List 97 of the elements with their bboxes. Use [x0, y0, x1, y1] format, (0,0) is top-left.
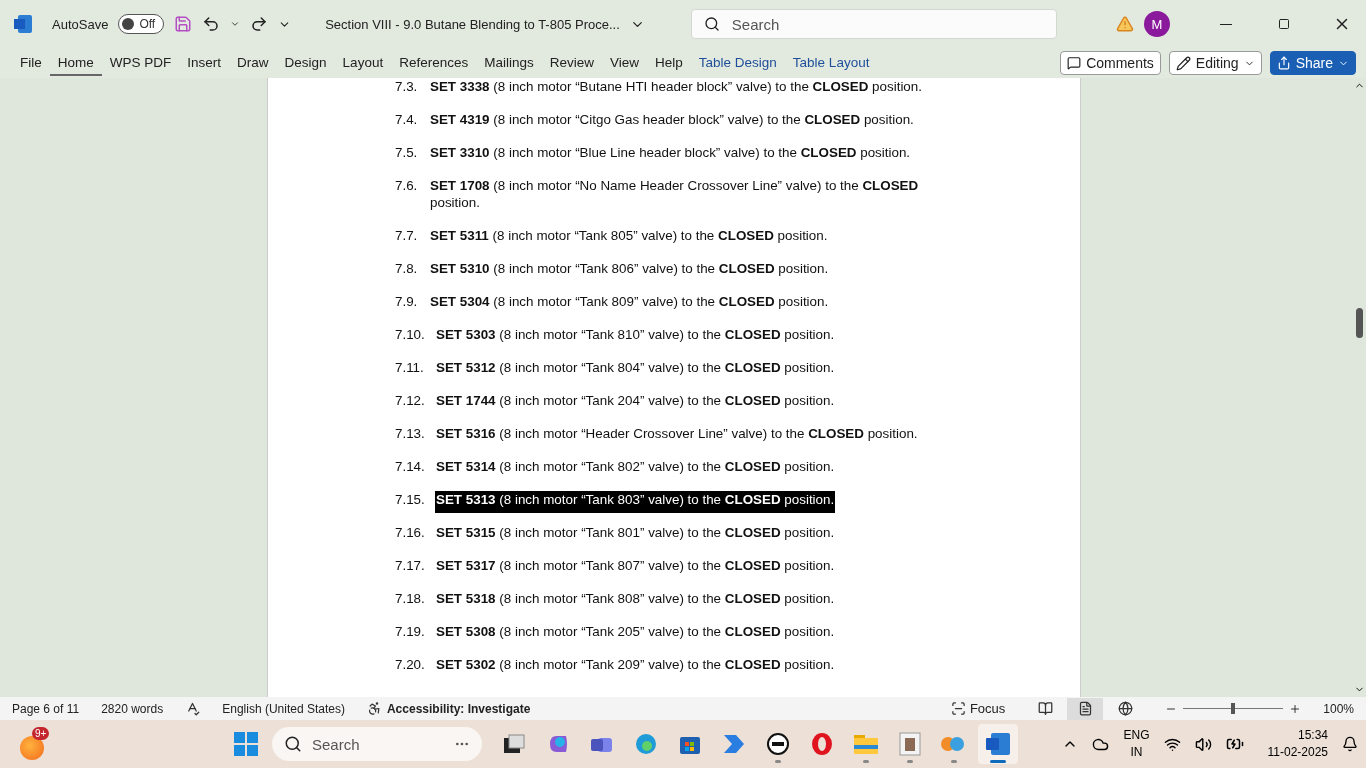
list-item-text: SET 5310 (8 inch motor “Tank 806” valve) to the CLOSED position.: [429, 260, 830, 278]
list-item-text: SET 5302 (8 inch motor “Tank 209” valve) to the CLOSED position.: [435, 656, 836, 674]
list-number: 7.15.: [395, 491, 426, 508]
input-language[interactable]: ENG IN: [1123, 727, 1150, 761]
document-title[interactable]: Section VIII - 9.0 Butane Blending to T-805 Proce...: [319, 15, 651, 33]
focus-icon[interactable]: [950, 701, 966, 716]
search-field[interactable]: Search: [690, 9, 1057, 39]
list-item-text: SET 5303 (8 inch motor “Tank 810” valve) to the CLOSED position.: [435, 326, 836, 344]
list-number: 7.11.: [395, 359, 425, 376]
ribbon-tab[interactable]: WPS PDF: [101, 50, 180, 76]
minimize-icon: [1220, 23, 1232, 25]
ribbon-tab[interactable]: File: [12, 50, 50, 76]
list-item-text: SET 3338 (8 inch motor “Butane HTI header block” valve) to the CLOSED position.: [429, 78, 923, 96]
save-icon[interactable]: [174, 15, 193, 33]
accessibility-status[interactable]: Accessibility: Investigate: [386, 701, 531, 716]
list-number: 7.14.: [395, 458, 426, 475]
browser-icon: [634, 732, 658, 756]
list-item-text: SET 5308 (8 inch motor “Tank 205” valve) to the CLOSED position.: [435, 623, 836, 641]
list-item-text: SET 3310 (8 inch motor “Blue Line header block” valve) to the CLOSED position.: [429, 144, 912, 162]
list-number: 7.19.: [395, 623, 426, 640]
list-number: 7.6.: [395, 177, 419, 195]
list-item-text: SET 1708 (8 inch motor “No Name Header Crossover Line” valve) to the CLOSED position.: [429, 177, 920, 212]
share-button[interactable]: Share: [1269, 51, 1356, 75]
ribbon-tab[interactable]: References: [391, 50, 477, 76]
task-view-icon: [503, 734, 525, 754]
autosave-label: AutoSave: [52, 16, 109, 32]
share-icon: [1276, 56, 1291, 70]
undo-icon[interactable]: [202, 15, 221, 33]
word-count[interactable]: 2820 words: [101, 701, 164, 716]
list-item-text: SET 5313 (8 inch motor “Tank 803” valve) to the CLOSED position.: [435, 491, 836, 513]
list-number: 7.5.: [395, 144, 419, 161]
taskbar-search-field[interactable]: Search: [272, 727, 482, 761]
list-number: 7.17.: [395, 557, 426, 574]
user-avatar[interactable]: M: [1144, 11, 1170, 37]
list-number: 7.20.: [395, 656, 426, 673]
list-number: 7.12.: [395, 392, 426, 409]
list-item-text: SET 5318 (8 inch motor “Tank 808” valve) to the CLOSED position.: [435, 590, 836, 608]
pencil-icon: [1175, 55, 1191, 71]
list-item-text: SET 5315 (8 inch motor “Tank 801” valve) to the CLOSED position.: [435, 524, 836, 542]
read-mode-icon: [1037, 701, 1053, 716]
ribbon-tab[interactable]: Review: [541, 50, 602, 76]
view-mode-button[interactable]: [1067, 697, 1104, 720]
ribbon-tab[interactable]: Mailings: [476, 50, 542, 76]
comment-icon: [1067, 56, 1082, 70]
accessibility-icon[interactable]: [366, 701, 382, 716]
print-layout-icon: [1077, 701, 1093, 716]
page-count[interactable]: Page 6 of 11: [12, 701, 80, 716]
volume-icon[interactable]: [1194, 735, 1212, 753]
portrait-frame-icon: [899, 732, 921, 756]
ribbon-tab[interactable]: Home: [49, 50, 102, 76]
list-number: 7.4.: [395, 111, 419, 128]
chevron-down-icon[interactable]: [230, 19, 241, 29]
zoom-level[interactable]: 100%: [1323, 701, 1354, 716]
ribbon-tab[interactable]: Table Design: [690, 50, 785, 76]
ribbon-tab[interactable]: Table Layout: [784, 50, 878, 76]
list-item-text: SET 5316 (8 inch motor “Header Crossover Line” valve) to the CLOSED position.: [435, 425, 919, 443]
list-item-text: SET 5311 (8 inch motor “Tank 805” valve) to the CLOSED position.: [429, 227, 829, 245]
ribbon-tab[interactable]: Draw: [229, 50, 277, 76]
ribbon-tab[interactable]: Insert: [179, 50, 230, 76]
search-icon: [284, 735, 302, 753]
list-number: 7.10.: [395, 326, 426, 343]
notifications-icon[interactable]: [1342, 736, 1358, 752]
folder-icon: [853, 733, 879, 755]
list-number: 7.16.: [395, 524, 426, 541]
zoom-in-icon[interactable]: [1289, 702, 1302, 715]
list-item-text: SET 1744 (8 inch motor “Tank 204” valve) to the CLOSED position.: [435, 392, 836, 410]
list-item-text: SET 4319 (8 inch motor “Citgo Gas header block” valve) to the CLOSED position.: [429, 111, 915, 129]
list-item-text: SET 5312 (8 inch motor “Tank 804” valve) to the CLOSED position.: [435, 359, 836, 377]
web-layout-icon: [1117, 701, 1133, 716]
ribbon-tab[interactable]: Help: [647, 50, 691, 76]
ribbon-tab[interactable]: Layout: [334, 50, 392, 76]
list-number: 7.9.: [395, 293, 419, 310]
comments-button[interactable]: Comments: [1060, 51, 1161, 75]
list-item-text: SET 5317 (8 inch motor “Tank 807” valve) to the CLOSED position.: [435, 557, 836, 575]
ribbon-tab[interactable]: Design: [276, 50, 335, 76]
list-number: 7.13.: [395, 425, 426, 442]
chevron-app-icon: [722, 733, 746, 755]
list-item-text: SET 5304 (8 inch motor “Tank 809” valve) to the CLOSED position.: [429, 293, 830, 311]
proofing-icon[interactable]: [185, 701, 201, 716]
autosave-toggle[interactable]: Off: [118, 14, 165, 34]
redo-icon[interactable]: [250, 15, 269, 33]
focus-button[interactable]: Focus: [969, 701, 1006, 716]
list-item-text: SET 5314 (8 inch motor “Tank 802” valve) to the CLOSED position.: [435, 458, 836, 476]
editing-button[interactable]: Editing: [1168, 51, 1262, 75]
list-number: 7.7.: [395, 227, 419, 244]
list-number: 7.3.: [395, 78, 419, 95]
list-number: 7.18.: [395, 590, 426, 607]
scrollbar-thumb[interactable]: [1355, 307, 1363, 338]
language-status[interactable]: English (United States): [222, 701, 345, 716]
zoom-slider-thumb[interactable]: [1231, 703, 1236, 714]
ribbon-tab[interactable]: View: [602, 50, 648, 76]
restore-icon: [1278, 18, 1290, 30]
clock[interactable]: 15:34 11-02-2025: [1267, 727, 1328, 761]
windows-start-icon[interactable]: [234, 732, 258, 756]
list-number: 7.8.: [395, 260, 419, 277]
notification-badge: 9+: [32, 727, 50, 740]
search-icon: [703, 16, 720, 32]
